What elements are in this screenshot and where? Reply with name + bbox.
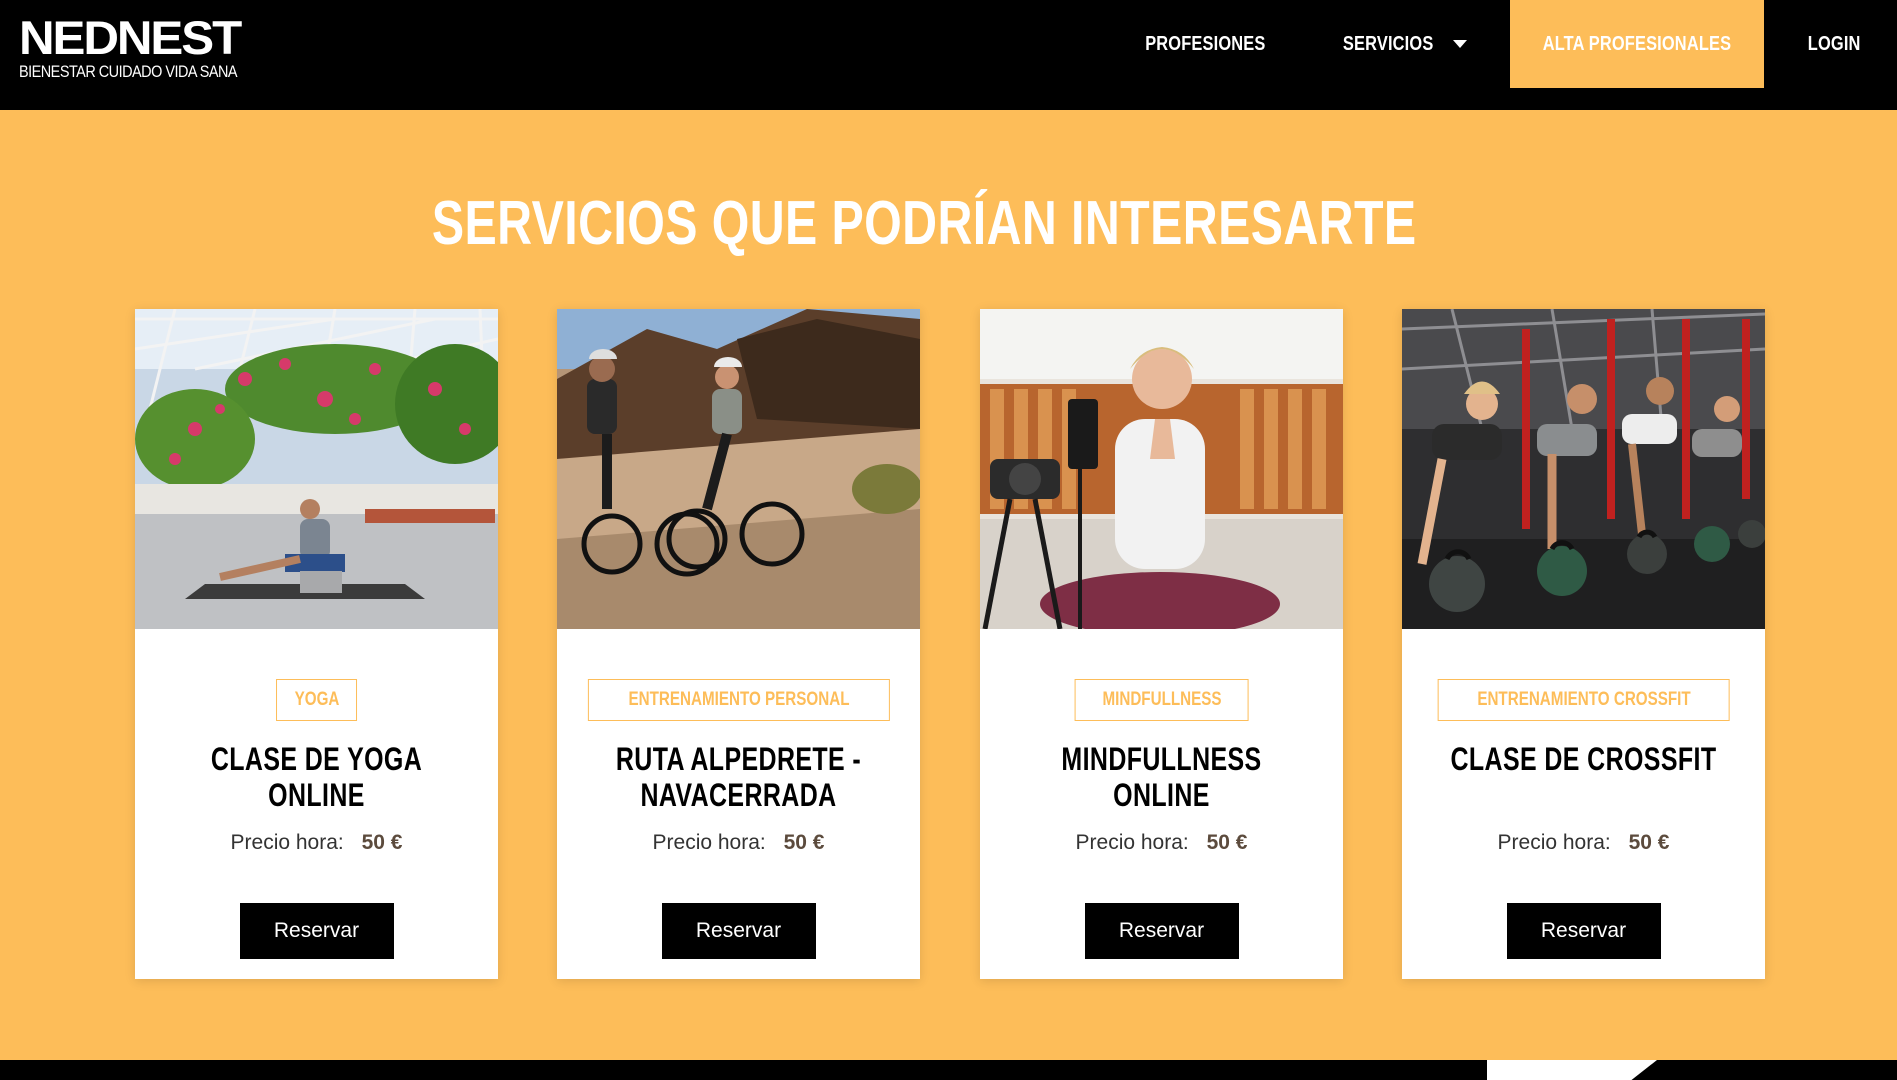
reservar-button[interactable]: Reservar xyxy=(1084,903,1239,959)
service-title: CLASE DE YOGA ONLINE xyxy=(145,741,488,813)
service-title-text: CLASE DE CROSSFIT xyxy=(1450,741,1717,777)
price-value: 50 € xyxy=(361,831,403,854)
service-category-tag[interactable]: ENTRENAMIENTO CROSSFIT xyxy=(1437,679,1730,721)
nav-alta-profesionales-button[interactable]: ALTA PROFESIONALES xyxy=(1510,0,1764,88)
price-value: 50 € xyxy=(1628,831,1670,854)
service-title-text: RUTA ALPEDRETE - NAVACERRADA xyxy=(615,741,862,813)
service-category-label: MINDFULLNESS xyxy=(1101,689,1222,710)
nav-servicios-dropdown[interactable]: SERVICIOS xyxy=(1320,0,1480,88)
nav-profesiones[interactable]: PROFESIONES xyxy=(1120,0,1290,88)
price-value: 50 € xyxy=(783,831,825,854)
service-category-label: ENTRENAMIENTO PERSONAL xyxy=(628,689,849,710)
reservar-button[interactable]: Reservar xyxy=(239,903,394,959)
top-navigation-bar: NEDNEST BIENESTAR CUIDADO VIDA SANA PROF… xyxy=(0,0,1897,110)
nav-login[interactable]: LOGIN xyxy=(1782,0,1887,88)
service-category-label: ENTRENAMIENTO CROSSFIT xyxy=(1476,689,1691,710)
logo-wordmark: NEDNEST xyxy=(19,11,242,64)
service-price: Precio hora: 50 € xyxy=(980,831,1343,855)
crossfit-photo[interactable] xyxy=(1402,309,1765,629)
service-category-tag[interactable]: MINDFULLNESS xyxy=(1074,679,1249,721)
price-label: Precio hora: xyxy=(652,831,766,854)
service-title: RUTA ALPEDRETE - NAVACERRADA xyxy=(567,741,910,813)
yoga-photo[interactable] xyxy=(135,309,498,629)
reservar-button[interactable]: Reservar xyxy=(1506,903,1661,959)
service-title-text: MINDFULLNESS ONLINE xyxy=(1061,741,1262,813)
service-price: Precio hora: 50 € xyxy=(557,831,920,855)
service-price: Precio hora: 50 € xyxy=(1402,831,1765,855)
cycling-photo[interactable] xyxy=(557,309,920,629)
section-title-text: SERVICIOS QUE PODRÍAN INTERESARTE xyxy=(432,189,1417,258)
service-title: MINDFULLNESS ONLINE xyxy=(990,741,1333,813)
nav-login-label: LOGIN xyxy=(1808,32,1861,55)
service-card-crossfit: ENTRENAMIENTO CROSSFIT CLASE DE CROSSFIT… xyxy=(1402,309,1765,979)
service-card-mindfullness: MINDFULLNESS MINDFULLNESS ONLINE Precio … xyxy=(980,309,1343,979)
reservar-button[interactable]: Reservar xyxy=(661,903,816,959)
service-category-label: YOGA xyxy=(294,689,339,710)
nav-servicios-label: SERVICIOS xyxy=(1342,32,1434,55)
service-title-text: CLASE DE YOGA ONLINE xyxy=(210,741,423,813)
price-value: 50 € xyxy=(1206,831,1248,854)
logo-tagline: BIENESTAR CUIDADO VIDA SANA xyxy=(19,62,238,81)
service-price: Precio hora: 50 € xyxy=(135,831,498,855)
price-label: Precio hora: xyxy=(230,831,344,854)
service-category-tag[interactable]: YOGA xyxy=(275,679,358,721)
chevron-down-icon xyxy=(1453,40,1468,48)
site-logo[interactable]: NEDNEST BIENESTAR CUIDADO VIDA SANA xyxy=(19,14,242,84)
service-card-yoga: YOGA CLASE DE YOGA ONLINE Precio hora: 5… xyxy=(135,309,498,979)
service-title: CLASE DE CROSSFIT xyxy=(1412,741,1755,777)
nav-alta-profesionales-label: ALTA PROFESIONALES xyxy=(1542,32,1732,55)
price-label: Precio hora: xyxy=(1075,831,1189,854)
price-label: Precio hora: xyxy=(1497,831,1611,854)
service-card-ruta: ENTRENAMIENTO PERSONAL RUTA ALPEDRETE - … xyxy=(557,309,920,979)
service-category-tag[interactable]: ENTRENAMIENTO PERSONAL xyxy=(587,679,890,721)
section-title: SERVICIOS QUE PODRÍAN INTERESARTE xyxy=(0,188,1897,259)
footer-decoration xyxy=(1487,1060,1657,1080)
mindfulness-photo[interactable] xyxy=(980,309,1343,629)
nav-profesiones-label: PROFESIONES xyxy=(1144,32,1266,55)
